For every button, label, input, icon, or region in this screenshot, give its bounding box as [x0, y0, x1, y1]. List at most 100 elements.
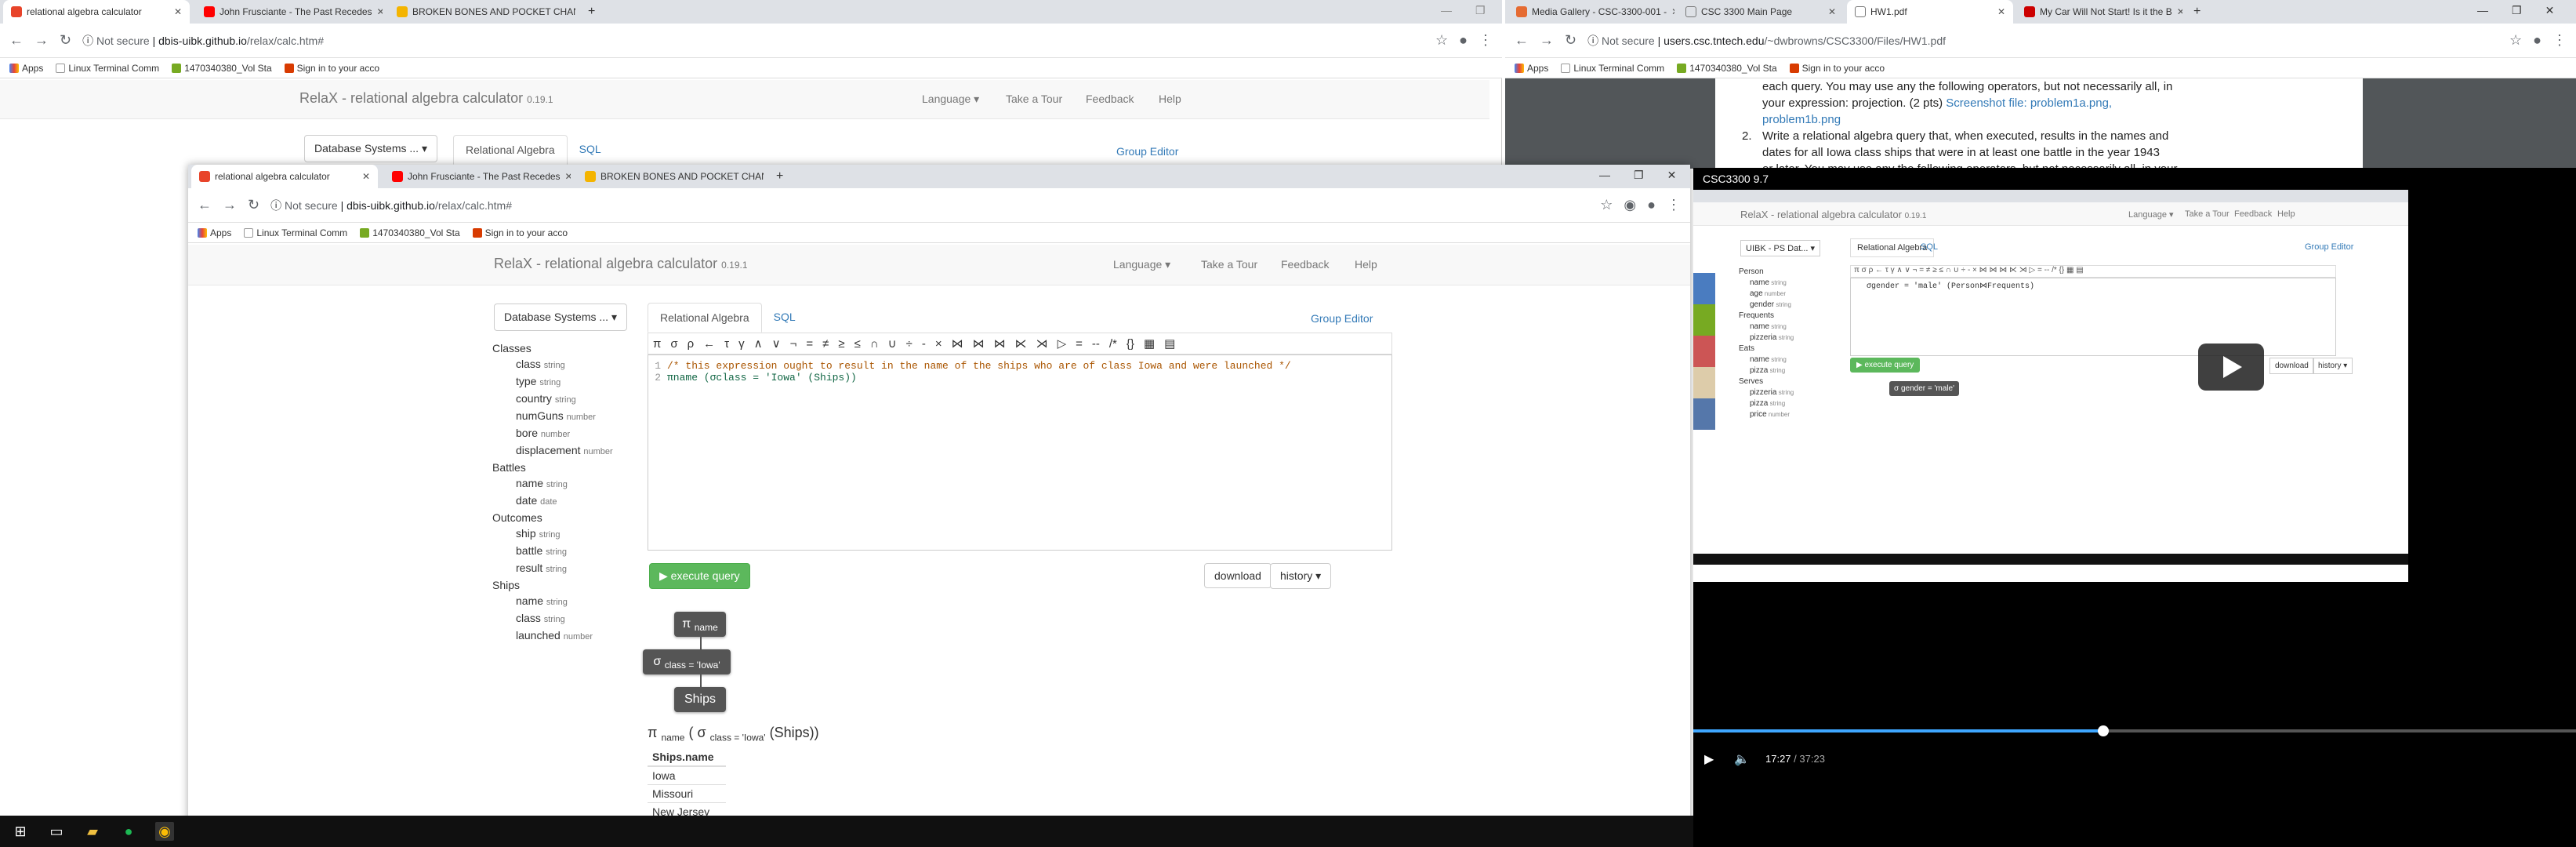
nav-language[interactable]: Language ▾	[1113, 258, 1170, 271]
operator-button[interactable]: ÷	[906, 337, 912, 351]
minimize-icon[interactable]: —	[2477, 4, 2488, 17]
chrome-icon[interactable]: ◉	[155, 822, 174, 841]
video-progress-handle[interactable]	[2097, 725, 2109, 736]
back-icon[interactable]: ←	[1515, 32, 1529, 49]
profile-icon[interactable]: ●	[2533, 32, 2542, 49]
extension-icon[interactable]: ◉	[1624, 197, 1636, 213]
operator-button[interactable]: ⋈	[973, 336, 985, 351]
menu-icon[interactable]: ⋮	[1478, 32, 1493, 49]
front-tab-1[interactable]: John Frusciante - The Past Recedes ✕	[384, 165, 571, 188]
bookmark-vol[interactable]: 1470340380_Vol Sta	[172, 63, 272, 74]
back-icon[interactable]: ←	[198, 197, 212, 213]
minimize-icon[interactable]: —	[1441, 4, 1452, 17]
tree-node-selection[interactable]: σ class = 'Iowa'	[643, 649, 731, 674]
close-icon[interactable]: ✕	[174, 6, 182, 17]
attribute[interactable]: name string	[492, 475, 641, 493]
profile-icon[interactable]: ●	[1647, 197, 1656, 213]
operator-button[interactable]: ▦	[1144, 336, 1155, 351]
operator-button[interactable]: ▷	[1058, 336, 1067, 351]
close-icon[interactable]: ✕	[362, 171, 370, 182]
nav-tour[interactable]: Take a Tour	[1201, 258, 1257, 271]
nav-tour[interactable]: Take a Tour	[1006, 93, 1062, 105]
profile-icon[interactable]: ●	[1459, 32, 1468, 49]
star-icon[interactable]: ☆	[1600, 197, 1613, 213]
attribute[interactable]: name string	[492, 593, 641, 610]
bookmark-linux[interactable]: Linux Terminal Comm	[244, 227, 347, 238]
tab-sql[interactable]: SQL	[762, 303, 807, 333]
back-icon[interactable]: ←	[9, 32, 24, 49]
play-button-icon[interactable]	[2198, 344, 2264, 391]
bookmark-vol[interactable]: 1470340380_Vol Sta	[360, 227, 460, 238]
star-icon[interactable]: ☆	[1435, 32, 1448, 49]
operator-button[interactable]: ≤	[854, 337, 861, 351]
group-editor-link[interactable]: Group Editor	[1116, 145, 1178, 158]
bookmark-apps[interactable]: Apps	[198, 227, 231, 238]
right-tab-3[interactable]: My Car Will Not Start! Is it the B ✕	[2016, 0, 2182, 24]
left-tab-1[interactable]: John Frusciante - The Past Recedes ✕	[196, 0, 383, 24]
volume-icon[interactable]: 🔈	[1734, 751, 1750, 767]
bookmark-signin[interactable]: Sign in to your acco	[1789, 63, 1885, 74]
operator-button[interactable]: ←	[703, 337, 715, 351]
brand[interactable]: RelaX - relational algebra calculator 0.…	[494, 256, 748, 272]
attribute[interactable]: launched number	[492, 627, 641, 645]
operator-button[interactable]: ×	[935, 337, 942, 351]
menu-icon[interactable]: ⋮	[1667, 197, 1681, 213]
maximize-icon[interactable]: ❐	[1634, 169, 1644, 182]
windows-start-icon[interactable]: ⊞	[11, 822, 30, 841]
bookmark-signin[interactable]: Sign in to your acco	[472, 227, 568, 238]
attribute[interactable]: battle string	[492, 543, 641, 560]
operator-button[interactable]: ⋈	[952, 336, 963, 351]
maximize-icon[interactable]: ❐	[2512, 4, 2522, 17]
bookmark-linux[interactable]: Linux Terminal Comm	[1561, 63, 1664, 74]
left-tab-2[interactable]: BROKEN BONES AND POCKET CHANGE ✕	[389, 0, 575, 24]
download-button[interactable]: download	[1204, 563, 1272, 588]
bookmark-signin[interactable]: Sign in to your acco	[284, 63, 379, 74]
close-icon[interactable]: ✕	[565, 171, 571, 182]
tab-sql[interactable]: SQL	[568, 135, 613, 165]
attribute[interactable]: result string	[492, 560, 641, 577]
new-tab-button[interactable]: +	[580, 0, 599, 24]
bookmark-vol[interactable]: 1470340380_Vol Sta	[1677, 63, 1777, 74]
operator-button[interactable]: τ	[724, 337, 729, 351]
video-progress-track[interactable]	[1693, 725, 2576, 736]
brand[interactable]: RelaX - relational algebra calculator 0.…	[299, 90, 553, 107]
video-player[interactable]: CSC3300 9.7 RelaX - relational algebra c…	[1693, 168, 2576, 847]
close-icon[interactable]: ✕	[1828, 6, 1836, 17]
attribute[interactable]: class string	[492, 610, 641, 627]
operator-button[interactable]: σ	[670, 337, 677, 351]
attribute[interactable]: country string	[492, 391, 641, 408]
database-button[interactable]: Database Systems ... ▾	[304, 135, 437, 162]
operator-button[interactable]: γ	[738, 337, 745, 351]
tree-node-relation[interactable]: Ships	[674, 687, 726, 712]
attribute[interactable]: numGuns number	[492, 408, 641, 425]
url-field[interactable]: ⓘ Not secure | users.csc.tntech.edu/~dwb…	[1587, 33, 1946, 49]
operator-button[interactable]: ∨	[772, 336, 781, 351]
pdf-link[interactable]: problem1b.png	[1762, 111, 2363, 128]
right-tab-0[interactable]: Media Gallery - CSC-3300-001 - ✕	[1508, 0, 1674, 24]
operator-button[interactable]: /*	[1109, 337, 1117, 351]
operator-button[interactable]: ρ	[688, 337, 695, 351]
front-tab-0[interactable]: relational algebra calculator ✕	[191, 165, 378, 188]
execute-query-button[interactable]: ▶ execute query	[649, 563, 750, 589]
forward-icon[interactable]: →	[34, 32, 49, 49]
operator-button[interactable]: --	[1092, 337, 1100, 351]
minimize-icon[interactable]: —	[1599, 169, 1610, 182]
relation-classes[interactable]: Classes	[492, 340, 641, 356]
bookmark-apps[interactable]: Apps	[9, 63, 43, 74]
tree-node-projection[interactable]: π name	[674, 612, 726, 637]
tab-relational-algebra[interactable]: Relational Algebra	[648, 303, 762, 333]
new-tab-button[interactable]: +	[2186, 0, 2204, 24]
history-button[interactable]: history ▾	[1270, 563, 1332, 589]
tab-relational-algebra[interactable]: Relational Algebra	[453, 135, 568, 165]
close-icon[interactable]: ✕	[1997, 6, 2005, 17]
operator-button[interactable]: ≥	[838, 337, 844, 351]
url-field[interactable]: ⓘ Not secure | dbis-uibk.github.io/relax…	[270, 198, 512, 213]
bookmark-apps[interactable]: Apps	[1515, 63, 1548, 74]
operator-button[interactable]: ∩	[870, 337, 879, 351]
reload-icon[interactable]: ↻	[60, 32, 71, 49]
operator-button[interactable]: -	[922, 337, 926, 351]
spotify-icon[interactable]: ●	[119, 822, 138, 841]
nav-language[interactable]: Language ▾	[922, 93, 979, 106]
operator-button[interactable]: =	[806, 337, 813, 351]
code-editor[interactable]: 1/* this expression ought to result in t…	[648, 354, 1392, 551]
